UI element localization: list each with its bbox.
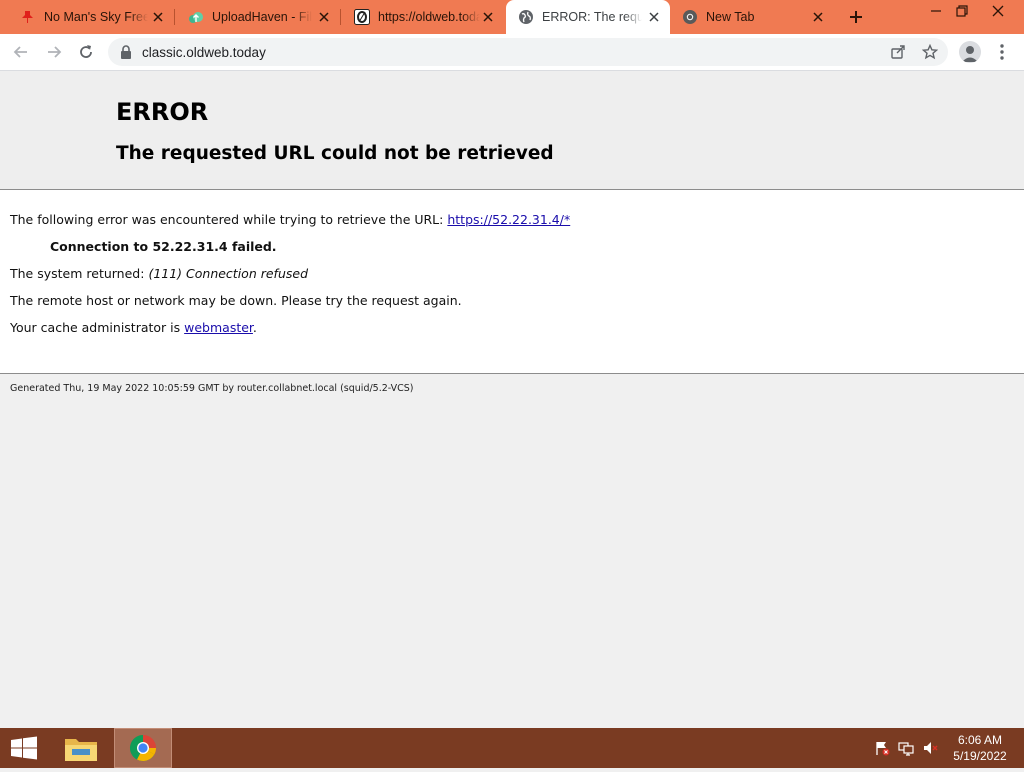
address-url[interactable]: classic.oldweb.today <box>142 45 266 60</box>
close-icon[interactable] <box>150 9 166 25</box>
share-icon[interactable] <box>890 44 906 60</box>
cache-admin-label: Your cache administrator is <box>10 320 181 335</box>
back-arrow-icon[interactable] <box>12 43 30 61</box>
webmaster-link[interactable]: webmaster <box>184 320 253 335</box>
tab-title: New Tab <box>706 10 755 24</box>
tab-new-tab[interactable]: New Tab <box>670 0 834 34</box>
cloud-upload-icon <box>189 12 203 23</box>
restore-icon[interactable] <box>954 3 970 19</box>
file-explorer-icon <box>65 739 97 761</box>
clock-time: 6:06 AM <box>957 733 1003 747</box>
taskbar-file-explorer[interactable] <box>52 728 110 768</box>
tab-no-mans-sky[interactable]: No Man's Sky Free <box>8 0 172 34</box>
forward-arrow-icon[interactable] <box>45 43 63 61</box>
oldweb-o-icon <box>354 9 370 25</box>
error-intro-line: The following error was encountered whil… <box>10 212 570 227</box>
volume-muted-icon[interactable] <box>922 740 938 756</box>
close-icon[interactable] <box>316 9 332 25</box>
error-intro-text: The following error was encountered whil… <box>10 212 444 227</box>
tab-separator <box>340 9 341 25</box>
page-content: ERROR The requested URL could not be ret… <box>0 71 1024 727</box>
clock-date: 5/19/2022 <box>953 749 1007 763</box>
error-header: ERROR The requested URL could not be ret… <box>0 71 1024 190</box>
window-close-icon[interactable] <box>990 3 1006 19</box>
minimize-icon[interactable] <box>928 3 944 19</box>
system-returned-value: (111) Connection refused <box>148 266 309 281</box>
cache-admin-line: Your cache administrator is webmaster. <box>10 320 257 335</box>
advice-text: The remote host or network may be down. … <box>10 293 462 308</box>
system-returned-label: The system returned: <box>10 266 145 281</box>
tab-title: UploadHaven - File <box>212 10 312 24</box>
chrome-icon <box>129 734 157 762</box>
lock-icon[interactable] <box>120 45 132 59</box>
tab-uploadhaven[interactable]: UploadHaven - File <box>176 0 340 34</box>
tab-title: https://oldweb.today <box>378 10 480 24</box>
close-icon[interactable] <box>810 9 826 25</box>
globe-icon <box>519 10 533 24</box>
tab-error-active[interactable]: ERROR: The request <box>506 0 670 34</box>
tab-oldweb[interactable]: https://oldweb.today <box>342 0 506 34</box>
error-heading: ERROR <box>116 98 209 126</box>
close-icon[interactable] <box>480 9 496 25</box>
chrome-icon <box>683 10 697 24</box>
taskbar-chrome[interactable] <box>114 728 172 768</box>
network-icon[interactable] <box>898 740 914 756</box>
tab-title: ERROR: The request <box>542 10 642 24</box>
generated-footer: Generated Thu, 19 May 2022 10:05:59 GMT … <box>10 383 414 394</box>
new-tab-plus-icon[interactable] <box>847 8 865 26</box>
action-center-flag-icon[interactable] <box>874 740 890 756</box>
tab-separator <box>174 9 175 25</box>
error-subheading: The requested URL could not be retrieved <box>116 143 554 164</box>
cache-admin-suffix: . <box>252 320 257 335</box>
reload-icon[interactable] <box>77 43 95 61</box>
profile-avatar-icon[interactable] <box>959 41 981 63</box>
address-bar[interactable]: classic.oldweb.today <box>108 38 948 66</box>
system-clock[interactable]: 6:06 AM 5/19/2022 <box>944 732 1016 764</box>
start-button[interactable] <box>0 728 48 768</box>
browser-toolbar: classic.oldweb.today <box>0 34 1024 71</box>
system-returned-line: The system returned: (111) Connection re… <box>10 266 308 281</box>
red-pin-icon <box>22 11 33 23</box>
menu-dots-icon[interactable] <box>996 43 1008 61</box>
requested-url-link[interactable]: https://52.22.31.4/* <box>447 212 570 227</box>
error-body: The following error was encountered whil… <box>0 190 1024 374</box>
connection-failed-text: Connection to 52.22.31.4 failed. <box>50 239 277 254</box>
windows-taskbar: 6:06 AM 5/19/2022 <box>0 728 1024 768</box>
close-icon[interactable] <box>646 9 662 25</box>
bookmark-star-icon[interactable] <box>922 44 938 60</box>
tab-title: No Man's Sky Free <box>44 10 148 24</box>
tab-strip: No Man's Sky Free UploadHaven - File htt… <box>0 0 1024 34</box>
windows-logo-icon <box>11 736 37 760</box>
